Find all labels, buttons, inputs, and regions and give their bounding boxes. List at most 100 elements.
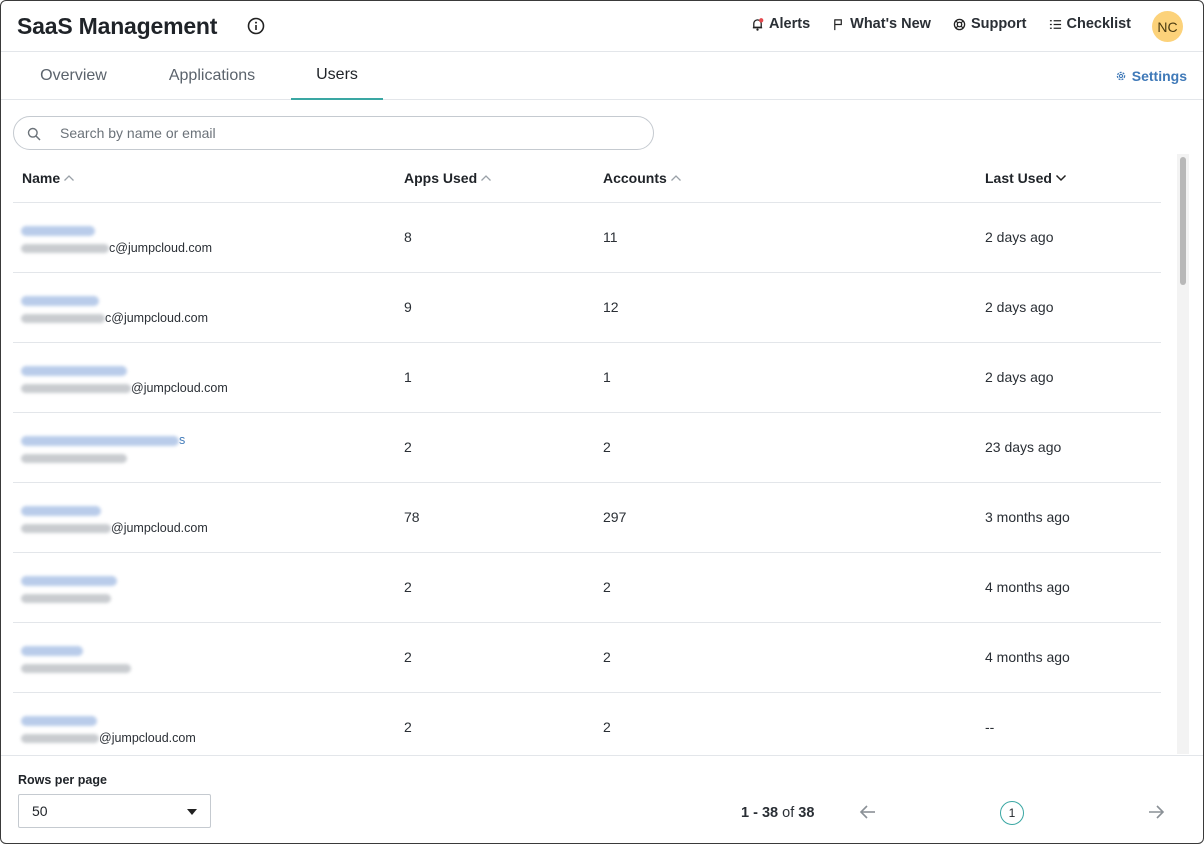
apps-used-cell: 8: [404, 229, 412, 245]
table-row[interactable]: 2 2 4 months ago: [13, 553, 1161, 623]
table-row[interactable]: @jumpcloud.com 1 1 2 days ago: [13, 343, 1161, 413]
info-icon[interactable]: [247, 17, 265, 35]
users-table: Name Apps Used Accounts Last Used c@jump…: [13, 154, 1161, 754]
apps-used-cell: 2: [404, 439, 412, 455]
footer-divider: [1, 755, 1203, 756]
column-header-apps-used[interactable]: Apps Used: [404, 170, 492, 186]
tab-bar: Overview Applications Users Settings: [1, 52, 1203, 100]
lifebuoy-icon: [953, 18, 966, 30]
last-used-cell: 4 months ago: [985, 649, 1070, 665]
last-used-cell: --: [985, 719, 995, 735]
user-email: c@jumpcloud.com: [21, 311, 208, 325]
tab-overview[interactable]: Overview: [23, 52, 124, 100]
last-used-cell: 3 months ago: [985, 509, 1070, 525]
user-email: [21, 451, 127, 465]
accounts-cell: 2: [603, 649, 611, 665]
last-used-cell: 2 days ago: [985, 299, 1054, 315]
rows-per-page-select[interactable]: 50: [18, 794, 211, 828]
user-name-link[interactable]: [21, 643, 83, 657]
column-header-name[interactable]: Name: [22, 170, 75, 186]
apps-used-cell: 2: [404, 649, 412, 665]
pagination-total: 38: [798, 805, 815, 821]
whats-new-link[interactable]: What's New: [832, 16, 931, 32]
alerts-label: Alerts: [769, 16, 811, 32]
search-input[interactable]: [14, 117, 653, 149]
accounts-cell: 297: [603, 509, 627, 525]
accounts-cell: 11: [603, 229, 618, 245]
table-row[interactable]: 2 2 4 months ago: [13, 623, 1161, 693]
flag-icon: [834, 18, 843, 30]
sort-ascending-icon: [670, 175, 681, 181]
accounts-cell: 12: [603, 299, 619, 315]
user-email: [21, 591, 111, 605]
header-nav: Alerts What's New Support Checklist: [751, 16, 1131, 32]
sort-ascending-icon: [481, 175, 492, 181]
table-row[interactable]: c@jumpcloud.com 8 11 2 days ago: [13, 203, 1161, 273]
apps-used-cell: 78: [404, 509, 420, 525]
table-row[interactable]: s 2 2 23 days ago: [13, 413, 1161, 483]
user-name-link[interactable]: [21, 223, 95, 237]
tab-users[interactable]: Users: [291, 52, 383, 100]
last-used-cell: 23 days ago: [985, 439, 1062, 455]
accounts-cell: 2: [603, 579, 611, 595]
column-header-accounts-label: Accounts: [603, 170, 667, 186]
user-email: @jumpcloud.com: [21, 731, 196, 745]
apps-used-cell: 2: [404, 579, 412, 595]
bell-icon: [752, 17, 764, 31]
last-used-cell: 2 days ago: [985, 229, 1054, 245]
caret-down-icon: [187, 809, 197, 815]
alerts-link[interactable]: Alerts: [751, 16, 810, 32]
user-email: c@jumpcloud.com: [21, 241, 212, 255]
settings-label: Settings: [1131, 68, 1187, 84]
column-header-last-used[interactable]: Last Used: [985, 170, 1067, 186]
sort-ascending-icon: [64, 175, 75, 181]
rows-per-page-label: Rows per page: [18, 773, 107, 787]
rows-per-page-value: 50: [32, 803, 48, 819]
search-box: [13, 116, 654, 150]
sort-descending-icon: [1055, 174, 1066, 182]
support-label: Support: [970, 16, 1027, 32]
pagination-of: of: [782, 805, 795, 821]
column-header-name-label: Name: [22, 170, 61, 186]
gear-icon: [1116, 71, 1126, 81]
user-name-link[interactable]: [21, 363, 127, 377]
app-window: SaaS Management Alerts What's New Suppor…: [0, 0, 1204, 844]
table-row[interactable]: @jumpcloud.com 78 297 3 months ago: [13, 483, 1161, 553]
top-header: SaaS Management Alerts What's New Suppor…: [1, 1, 1203, 52]
last-used-cell: 4 months ago: [985, 579, 1070, 595]
column-header-apps-used-label: Apps Used: [404, 170, 478, 186]
pagination-summary: 1 - 38 of 38: [741, 805, 814, 821]
accounts-cell: 2: [603, 439, 611, 455]
whats-new-label: What's New: [850, 16, 931, 32]
column-header-last-used-label: Last Used: [985, 170, 1052, 186]
previous-page-icon[interactable]: [858, 802, 878, 822]
last-used-cell: 2 days ago: [985, 369, 1054, 385]
settings-link[interactable]: Settings: [1115, 68, 1187, 84]
search-icon: [27, 127, 41, 141]
checklist-link[interactable]: Checklist: [1049, 16, 1131, 32]
user-name-link[interactable]: [21, 503, 101, 517]
scrollbar-thumb[interactable]: [1180, 157, 1186, 285]
checklist-label: Checklist: [1066, 16, 1131, 32]
checklist-icon: [1049, 19, 1061, 29]
page-title: SaaS Management: [17, 13, 218, 39]
user-email: [21, 661, 131, 675]
table-row[interactable]: c@jumpcloud.com 9 12 2 days ago: [13, 273, 1161, 343]
table-header: Name Apps Used Accounts Last Used: [13, 154, 1161, 203]
avatar[interactable]: NC: [1152, 11, 1183, 42]
user-name-link[interactable]: [21, 713, 97, 727]
user-name-link[interactable]: [21, 293, 99, 307]
page-number-button[interactable]: 1: [1000, 801, 1024, 825]
accounts-cell: 1: [603, 369, 611, 385]
pagination-range: 1 - 38: [741, 805, 779, 821]
support-link[interactable]: Support: [953, 16, 1027, 32]
next-page-icon[interactable]: [1146, 802, 1166, 822]
accounts-cell: 2: [603, 719, 611, 735]
user-name-link[interactable]: [21, 573, 117, 587]
apps-used-cell: 1: [404, 369, 412, 385]
user-name-link[interactable]: s: [21, 433, 185, 447]
tab-applications[interactable]: Applications: [149, 52, 275, 100]
user-email: @jumpcloud.com: [21, 521, 208, 535]
table-row[interactable]: @jumpcloud.com 2 2 --: [13, 693, 1161, 754]
column-header-accounts[interactable]: Accounts: [603, 170, 682, 186]
